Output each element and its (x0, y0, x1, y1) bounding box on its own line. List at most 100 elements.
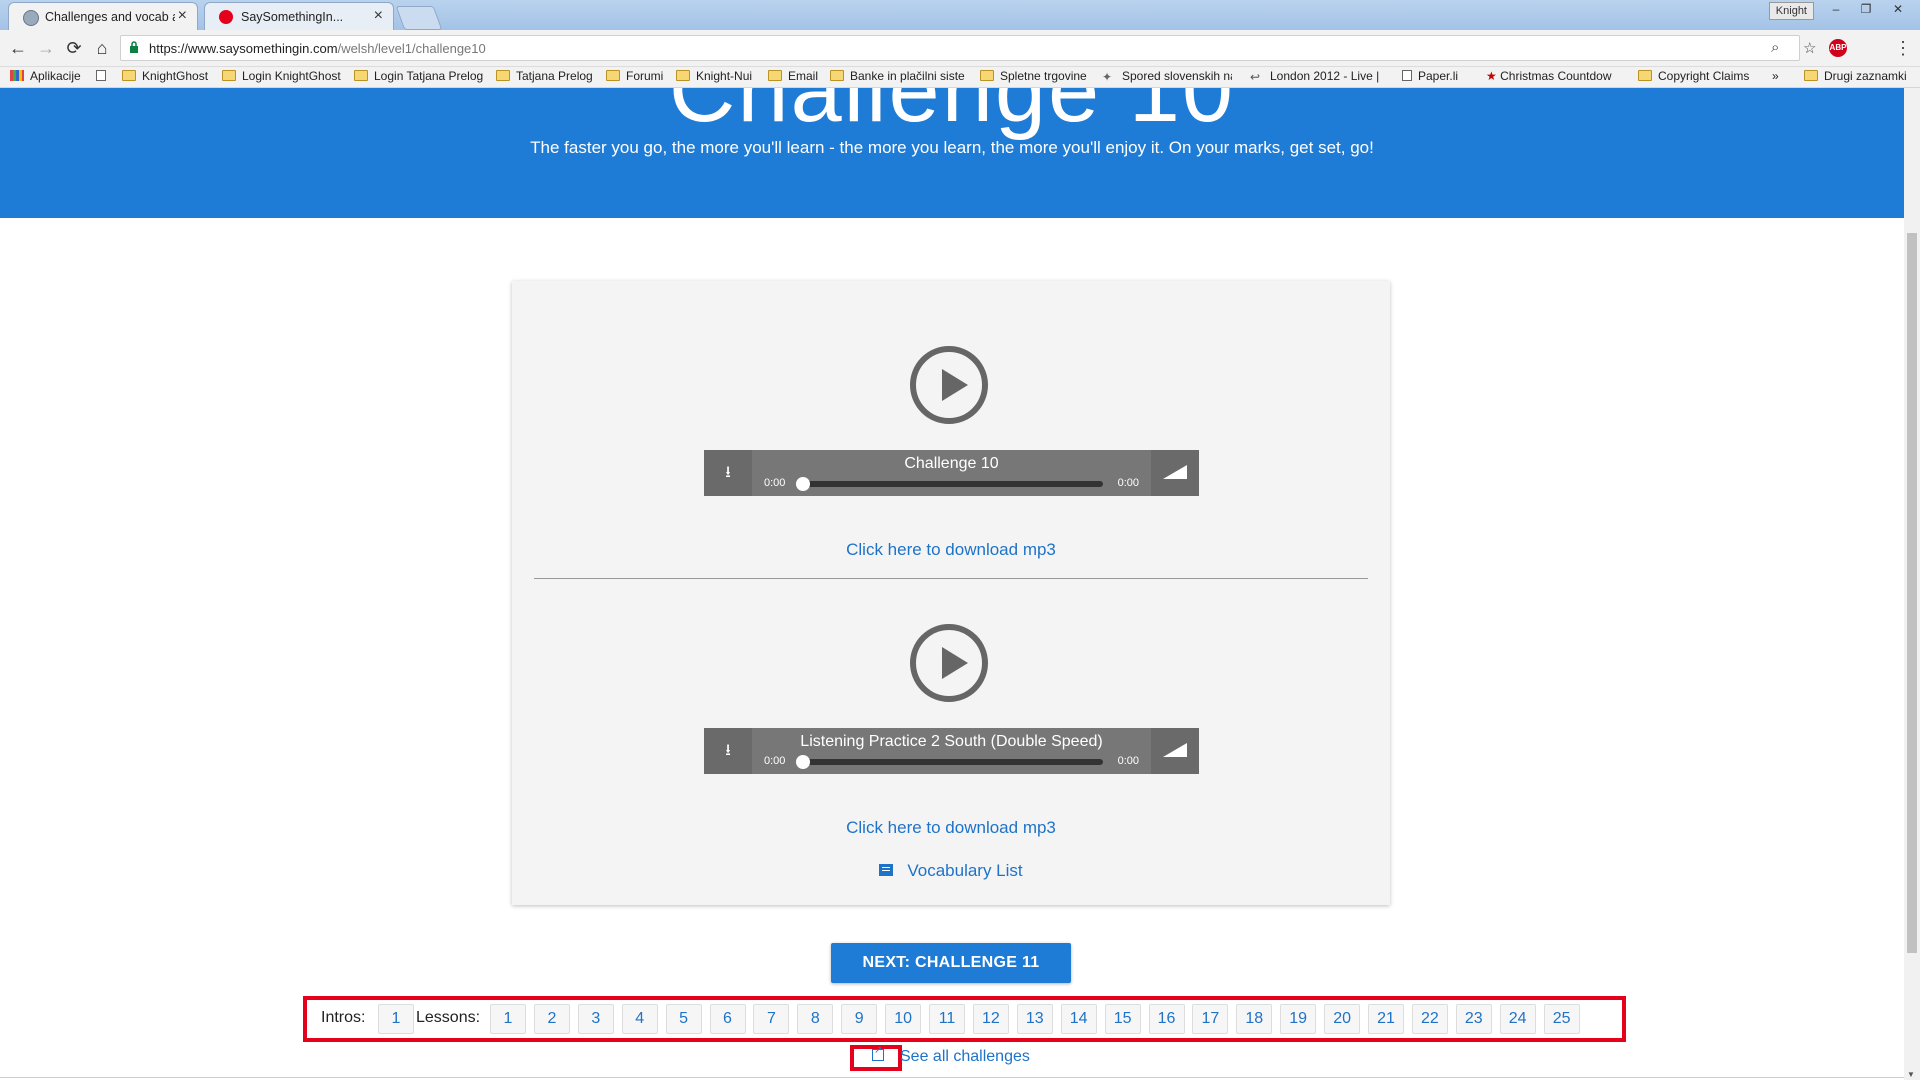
lesson-link[interactable]: 6 (709, 1004, 746, 1034)
seek-bar[interactable] (800, 481, 1103, 487)
bookmark-item[interactable]: ★ Christmas Countdow (1486, 69, 1622, 83)
lesson-link[interactable]: 15 (1104, 1004, 1141, 1034)
more-bookmarks-button[interactable]: » (1772, 69, 1779, 83)
reload-icon[interactable]: ⟳ (62, 36, 86, 60)
back-arrow-icon[interactable]: ← (6, 36, 30, 60)
challenge-card: ⭳ Challenge 10 0:00 0:00 Click here to d… (512, 281, 1390, 905)
seek-handle[interactable] (796, 477, 810, 491)
lesson-link[interactable]: 13 (1016, 1004, 1053, 1034)
lesson-link[interactable]: 11 (929, 1004, 965, 1034)
bookmark-folder[interactable]: Banke in plačilni siste (830, 69, 970, 83)
tab-saysomethingin[interactable]: SaySomethingIn... × (204, 2, 394, 30)
lesson-link[interactable]: 25 (1543, 1004, 1580, 1034)
lesson-link[interactable]: 19 (1280, 1004, 1317, 1034)
bookmark-star-icon[interactable]: ☆ (1803, 39, 1816, 57)
bookmark-folder[interactable]: Login Tatjana Prelog (354, 69, 483, 83)
download-mp3-link[interactable]: Click here to download mp3 (512, 818, 1390, 838)
bookmark-folder[interactable]: Tatjana Prelog (496, 69, 593, 83)
bookmark-item[interactable]: Paper.li (1402, 69, 1458, 83)
bookmark-folder[interactable]: Knight-Nui (676, 69, 752, 83)
scroll-down-icon[interactable]: ▼ (1907, 1070, 1915, 1079)
browser-toolbar: ← → ⟳ ⌂ https://www.saysomethingin.com/w… (0, 30, 1920, 67)
current-time: 0:00 (764, 477, 786, 489)
folder-icon (1638, 70, 1652, 81)
bookmark-item[interactable]: ↩ London 2012 - Live | (1250, 69, 1390, 83)
zoom-icon[interactable]: ⌕ (1771, 39, 1779, 56)
vocabulary-list-link[interactable]: Vocabulary List (512, 861, 1390, 881)
bookmark-item[interactable]: Aplikacije (10, 69, 81, 83)
close-window-button[interactable]: ✕ (1884, 0, 1912, 18)
audio-player: ⭳ Listening Practice 2 South (Double Spe… (704, 728, 1199, 774)
download-mp3-link[interactable]: Click here to download mp3 (512, 540, 1390, 560)
lesson-link[interactable]: 4 (621, 1004, 658, 1034)
seek-handle[interactable] (796, 755, 810, 769)
comment-icon (879, 864, 894, 876)
lesson-link[interactable]: 12 (972, 1004, 1009, 1034)
scrollbar-thumb[interactable] (1907, 233, 1917, 953)
new-tab-button[interactable] (395, 6, 443, 30)
bookmark-folder[interactable]: Forumi (606, 69, 663, 83)
close-tab-icon[interactable]: × (374, 7, 383, 25)
download-icon[interactable]: ⭳ (704, 728, 752, 774)
intro-link[interactable]: 1 (378, 1004, 414, 1034)
folder-icon (496, 70, 510, 81)
folder-icon (676, 70, 690, 81)
bookmark-item[interactable]: ✦ Spored slovenskih na (1102, 69, 1232, 83)
bookmark-folder[interactable]: KnightGhost (122, 69, 208, 83)
see-all-challenges-link[interactable]: See all challenges (900, 1048, 1030, 1066)
lesson-link[interactable]: 24 (1499, 1004, 1536, 1034)
lesson-link[interactable]: 8 (797, 1004, 834, 1034)
lesson-link[interactable]: 14 (1060, 1004, 1097, 1034)
profile-badge[interactable]: Knight (1768, 2, 1814, 20)
duration: 0:00 (1117, 755, 1139, 767)
current-time: 0:00 (764, 755, 786, 767)
close-tab-icon[interactable]: × (178, 7, 187, 25)
lesson-link[interactable]: 7 (753, 1004, 790, 1034)
address-bar[interactable]: https://www.saysomethingin.com/welsh/lev… (120, 35, 1816, 61)
play-icon[interactable] (910, 346, 988, 424)
bookmark-item[interactable] (96, 69, 112, 83)
forward-arrow-icon[interactable]: → (34, 36, 58, 60)
restore-button[interactable]: ❐ (1852, 0, 1880, 18)
play-icon[interactable] (910, 624, 988, 702)
lesson-link[interactable]: 22 (1411, 1004, 1448, 1034)
bookmark-folder[interactable]: Spletne trgovine (980, 69, 1087, 83)
adblock-plus-icon[interactable]: ABP (1829, 39, 1847, 57)
lesson-link[interactable]: 18 (1236, 1004, 1273, 1034)
lesson-link[interactable]: 10 (885, 1004, 922, 1034)
page-subtitle: The faster you go, the more you'll learn… (530, 138, 1374, 157)
lesson-link[interactable]: 20 (1324, 1004, 1361, 1034)
volume-icon[interactable] (1151, 728, 1199, 774)
star-icon: ★ (1486, 69, 1497, 83)
lesson-link[interactable]: 23 (1455, 1004, 1492, 1034)
external-link-icon[interactable] (872, 1045, 884, 1061)
lesson-link[interactable]: 5 (665, 1004, 702, 1034)
bookmark-folder[interactable]: Login KnightGhost (222, 69, 341, 83)
seek-bar[interactable] (800, 759, 1103, 765)
minimize-button[interactable]: – (1822, 0, 1850, 18)
home-icon[interactable]: ⌂ (90, 36, 114, 60)
audio-player: ⭳ Challenge 10 0:00 0:00 (704, 450, 1199, 496)
lesson-link[interactable]: 2 (533, 1004, 570, 1034)
next-challenge-button[interactable]: NEXT: CHALLENGE 11 (831, 943, 1071, 983)
volume-icon[interactable] (1151, 450, 1199, 496)
tab-title: Challenges and vocab ar (45, 10, 175, 24)
lesson-link[interactable]: 16 (1148, 1004, 1185, 1034)
page-title: Challenge 10 (668, 88, 1236, 141)
browser-menu-icon[interactable]: ⋮ (1894, 38, 1912, 59)
bookmark-folder[interactable]: Email (768, 69, 818, 83)
apps-icon (10, 70, 24, 81)
tab-challenges[interactable]: Challenges and vocab ar × (8, 2, 198, 30)
lesson-link[interactable]: 17 (1192, 1004, 1229, 1034)
tab-favicon-icon (23, 10, 39, 26)
lesson-link[interactable]: 21 (1368, 1004, 1404, 1034)
page-scrollbar[interactable]: ▼ (1904, 88, 1920, 1080)
folder-icon (830, 70, 844, 81)
lesson-link[interactable]: 1 (490, 1004, 526, 1034)
lesson-link[interactable]: 9 (841, 1004, 878, 1034)
bookmark-folder[interactable]: Copyright Claims (1638, 69, 1749, 83)
bookmark-folder[interactable]: Drugi zaznamki (1804, 69, 1907, 83)
download-icon[interactable]: ⭳ (704, 450, 752, 496)
bookmarks-bar: Aplikacije KnightGhost Login KnightGhost… (0, 67, 1920, 88)
lesson-link[interactable]: 3 (577, 1004, 614, 1034)
